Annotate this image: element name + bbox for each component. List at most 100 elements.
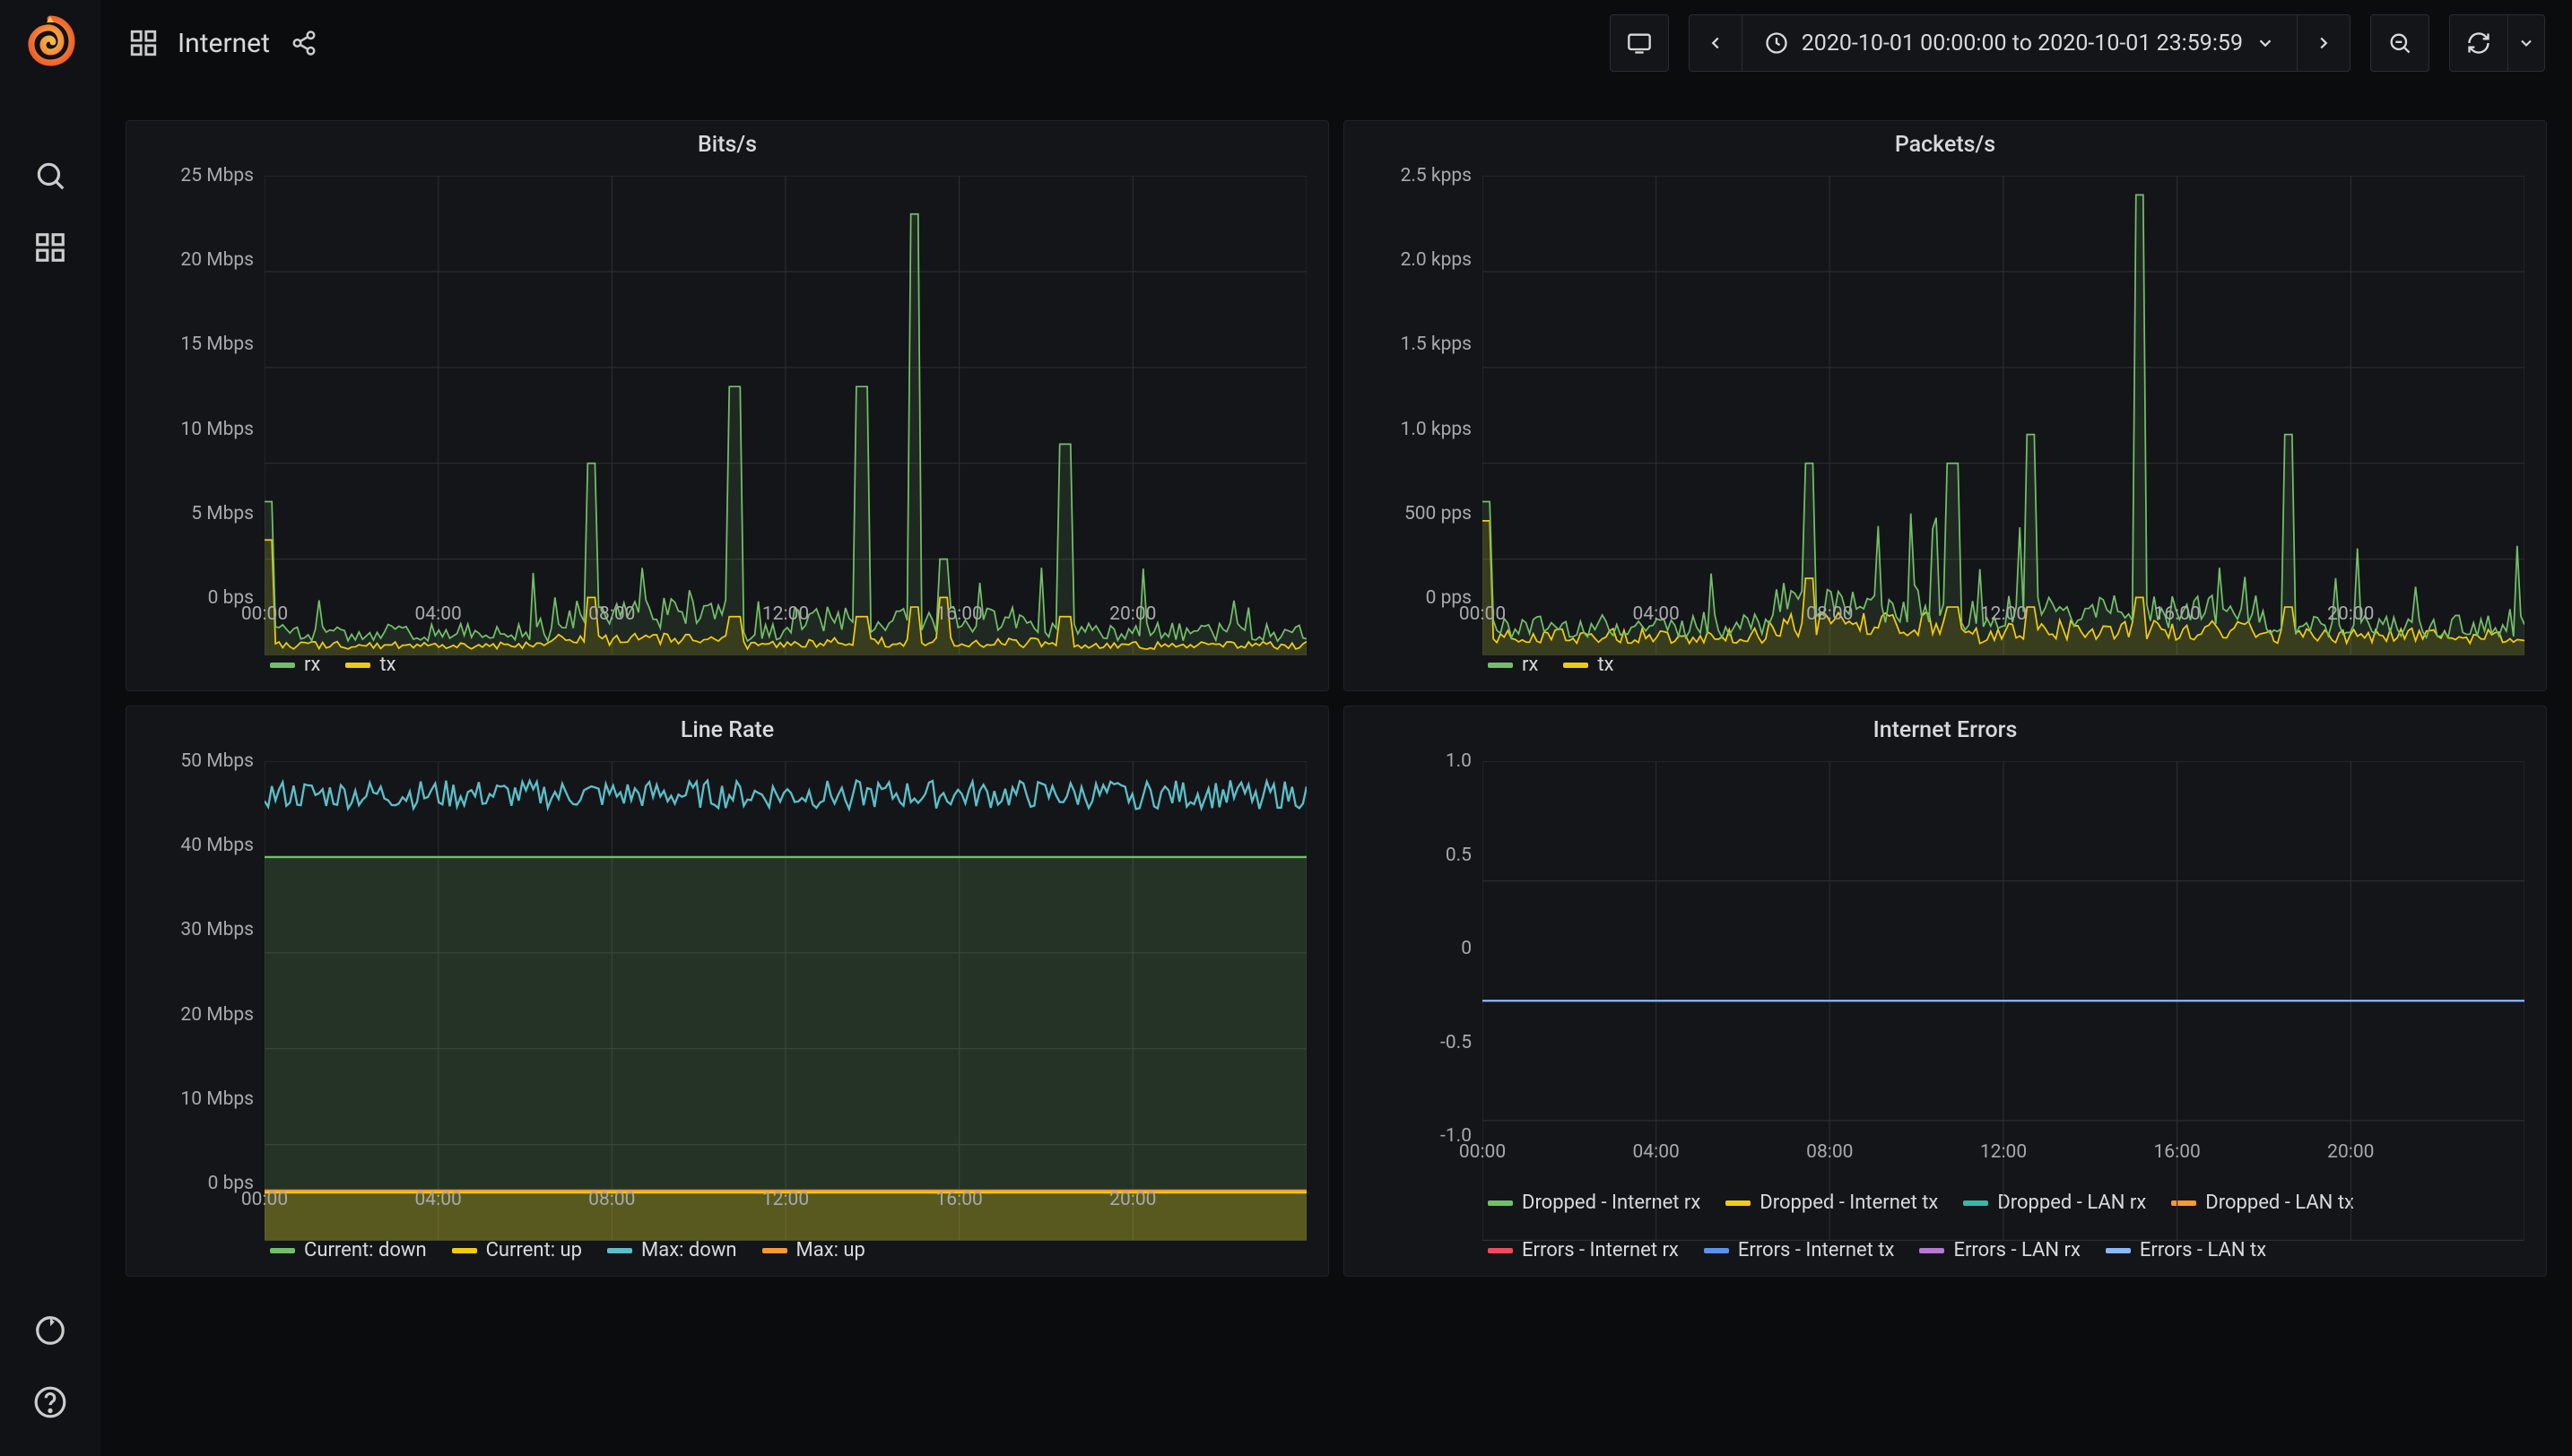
panel-grid: Bits/s 0 bps5 Mbps10 Mbps15 Mbps20 Mbps2…	[126, 120, 2547, 1277]
panel-errors[interactable]: Internet Errors -1.0-0.500.51.0 00:0004:…	[1343, 706, 2547, 1277]
y-tick-label: 500 pps	[1404, 503, 1472, 524]
chart-area[interactable]: -1.0-0.500.51.0 00:0004:0008:0012:0016:0…	[1366, 761, 2524, 1172]
legend-item[interactable]: Current: down	[270, 1239, 427, 1261]
legend-label: Errors - Internet rx	[1522, 1239, 1679, 1261]
legend-label: rx	[304, 654, 320, 676]
help-icon[interactable]	[32, 1384, 68, 1420]
panel-title: Internet Errors	[1344, 717, 2546, 743]
legend-label: rx	[1522, 654, 1538, 676]
y-tick-label: 2.0 kpps	[1401, 249, 1472, 271]
legend-label: Errors - LAN tx	[2140, 1239, 2266, 1261]
tv-mode-button[interactable]	[1610, 14, 1669, 72]
legend-swatch	[1704, 1248, 1729, 1253]
x-tick-label: 04:00	[415, 603, 462, 625]
grafana-logo[interactable]	[23, 14, 77, 68]
x-tick-label: 04:00	[415, 1189, 462, 1210]
y-tick-label: 1.5 kpps	[1401, 334, 1472, 355]
y-tick-label: 50 Mbps	[180, 750, 254, 772]
legend-label: Current: down	[304, 1239, 427, 1261]
plot-svg	[265, 761, 1307, 1241]
legend-label: Max: down	[641, 1239, 737, 1261]
y-tick-label: -0.5	[1440, 1032, 1472, 1053]
legend-label: Errors - LAN rx	[1953, 1239, 2080, 1261]
legend-item[interactable]: tx	[345, 654, 395, 676]
x-tick-label: 00:00	[1459, 1141, 1506, 1163]
y-tick-label: 30 Mbps	[180, 919, 254, 940]
panel-linerate[interactable]: Line Rate 0 bps10 Mbps20 Mbps30 Mbps40 M…	[126, 706, 1329, 1277]
x-tick-label: 16:00	[2154, 1141, 2201, 1163]
x-tick-label: 08:00	[1806, 1141, 1853, 1163]
legend-item[interactable]: rx	[1488, 654, 1538, 676]
y-tick-label: 2.5 kpps	[1401, 165, 1472, 186]
time-next-button[interactable]	[2298, 14, 2350, 72]
y-tick-label: 15 Mbps	[180, 334, 254, 355]
x-tick-label: 20:00	[1109, 603, 1156, 625]
x-tick-label: 08:00	[588, 603, 635, 625]
y-axis: 0 pps500 pps1.0 kpps1.5 kpps2.0 kpps2.5 …	[1366, 176, 1482, 598]
refresh-group	[2449, 14, 2545, 72]
legend-item[interactable]: rx	[270, 654, 320, 676]
x-tick-label: 20:00	[1109, 1189, 1156, 1210]
legend-item[interactable]: Errors - Internet tx	[1704, 1239, 1895, 1261]
zoom-out-button[interactable]	[2370, 14, 2429, 72]
panel-title: Line Rate	[126, 717, 1328, 743]
legend-swatch	[1488, 663, 1513, 668]
x-tick-label: 04:00	[1633, 603, 1680, 625]
refresh-interval-button[interactable]	[2508, 14, 2545, 72]
legend-label: Errors - Internet tx	[1738, 1239, 1895, 1261]
x-tick-label: 12:00	[762, 603, 809, 625]
refresh-button[interactable]	[2449, 14, 2508, 72]
legend-item[interactable]: tx	[1563, 654, 1613, 676]
y-tick-label: 1.0 kpps	[1401, 419, 1472, 440]
y-tick-label: 20 Mbps	[180, 249, 254, 271]
legend-swatch	[762, 1248, 787, 1253]
legend-swatch	[607, 1248, 632, 1253]
plot-svg	[265, 176, 1307, 655]
y-tick-label: 0	[1461, 938, 1472, 959]
dashboard-icon[interactable]	[127, 27, 160, 59]
legend-swatch	[1563, 663, 1588, 668]
time-picker-button[interactable]: 2020-10-01 00:00:00 to 2020-10-01 23:59:…	[1742, 14, 2298, 72]
main-content: Bits/s 0 bps5 Mbps10 Mbps15 Mbps20 Mbps2…	[100, 86, 2572, 1456]
x-tick-label: 16:00	[936, 1189, 983, 1210]
x-tick-label: 20:00	[2327, 1141, 2374, 1163]
legend-item[interactable]: Errors - LAN tx	[2106, 1239, 2266, 1261]
legend-item[interactable]: Errors - Internet rx	[1488, 1239, 1679, 1261]
x-tick-label: 16:00	[2154, 603, 2201, 625]
legend-label: tx	[1597, 654, 1613, 676]
legend-label: Current: up	[486, 1239, 582, 1261]
y-tick-label: 25 Mbps	[180, 165, 254, 186]
legend-item[interactable]: Max: up	[762, 1239, 865, 1261]
x-tick-label: 04:00	[1633, 1141, 1680, 1163]
legend-swatch	[452, 1248, 477, 1253]
chart-area[interactable]: 0 pps500 pps1.0 kpps1.5 kpps2.0 kpps2.5 …	[1366, 176, 2524, 634]
y-axis: 0 bps5 Mbps10 Mbps15 Mbps20 Mbps25 Mbps	[148, 176, 265, 598]
y-tick-label: 5 Mbps	[191, 503, 254, 524]
legend-swatch	[345, 663, 370, 668]
legend-label: tx	[379, 654, 395, 676]
x-tick-label: 12:00	[1980, 603, 2027, 625]
legend-item[interactable]: Current: up	[452, 1239, 582, 1261]
search-icon[interactable]	[32, 158, 68, 194]
legend-label: Max: up	[796, 1239, 865, 1261]
dashboard-title[interactable]: Internet	[178, 28, 270, 59]
cycle-icon[interactable]	[32, 1313, 68, 1348]
x-axis: 00:0004:0008:0012:0016:0020:00	[1482, 1136, 2524, 1172]
x-axis: 00:0004:0008:0012:0016:0020:00	[1482, 598, 2524, 634]
x-tick-label: 00:00	[241, 1189, 288, 1210]
chart-area[interactable]: 0 bps5 Mbps10 Mbps15 Mbps20 Mbps25 Mbps …	[148, 176, 1307, 634]
share-icon[interactable]	[288, 27, 320, 59]
y-axis: -1.0-0.500.51.0	[1366, 761, 1482, 1136]
chart-area[interactable]: 0 bps10 Mbps20 Mbps30 Mbps40 Mbps50 Mbps…	[148, 761, 1307, 1219]
dashboards-icon[interactable]	[32, 230, 68, 265]
legend-item[interactable]: Errors - LAN rx	[1919, 1239, 2080, 1261]
panel-packets[interactable]: Packets/s 0 pps500 pps1.0 kpps1.5 kpps2.…	[1343, 120, 2547, 691]
legend-item[interactable]: Max: down	[607, 1239, 737, 1261]
panel-bits[interactable]: Bits/s 0 bps5 Mbps10 Mbps15 Mbps20 Mbps2…	[126, 120, 1329, 691]
y-tick-label: 20 Mbps	[180, 1004, 254, 1026]
x-tick-label: 12:00	[1980, 1141, 2027, 1163]
x-axis: 00:0004:0008:0012:0016:0020:00	[265, 598, 1307, 634]
chevron-down-icon	[2255, 33, 2275, 53]
time-prev-button[interactable]	[1689, 14, 1742, 72]
plot-svg	[1482, 176, 2524, 655]
